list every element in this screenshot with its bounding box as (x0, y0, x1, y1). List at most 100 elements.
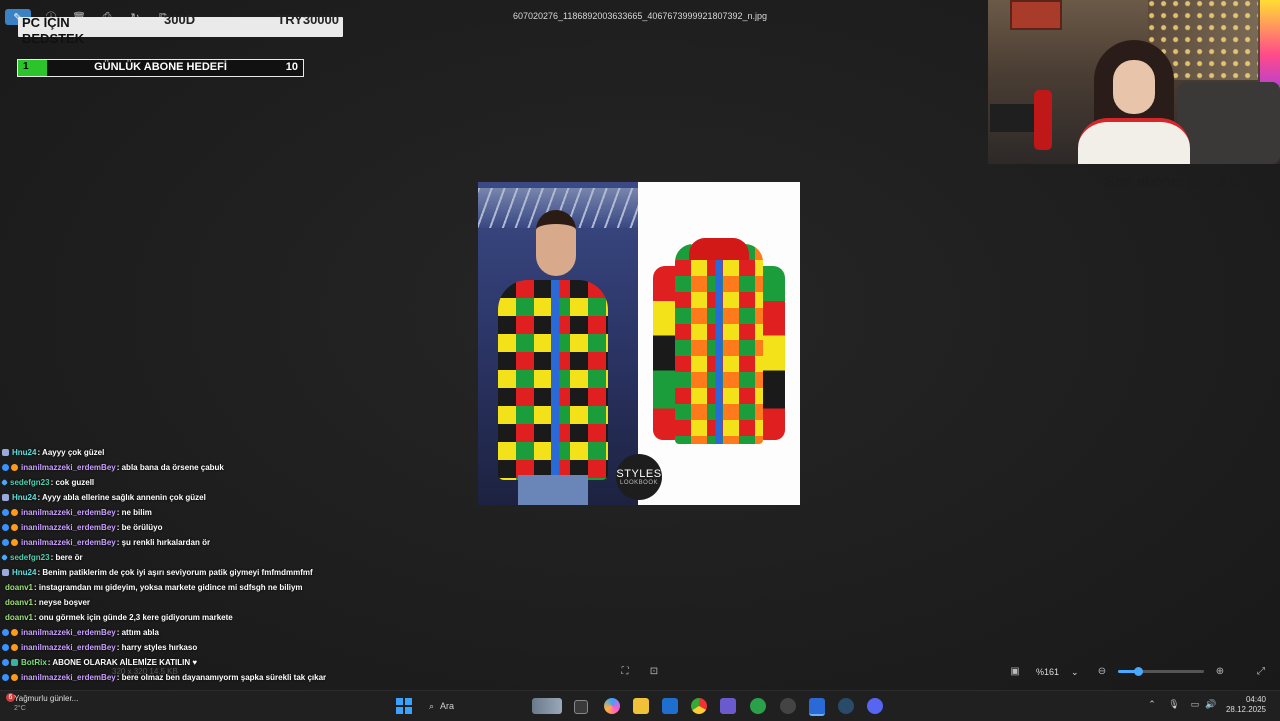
chrome-icon[interactable] (691, 698, 707, 714)
chat-username[interactable]: inanilmazzeki_erdemBey (21, 460, 116, 475)
actual-size-icon[interactable]: ⊡ (646, 664, 662, 678)
clock-time: 04:40 (1245, 695, 1266, 704)
copilot-icon[interactable] (604, 698, 620, 714)
weather-text: Yağmurlu günler... (14, 694, 79, 703)
image-viewer: 607020276_1186892003633665_4067673999921… (0, 0, 1280, 690)
chat-message: sedefgn23: bere ör (0, 550, 382, 565)
jeans (518, 475, 588, 505)
blue-badge-icon (2, 524, 9, 531)
discord-icon[interactable] (867, 698, 883, 714)
weather-widget[interactable]: Yağmurlu günler... 2°C (14, 694, 78, 714)
photos-icon[interactable] (809, 698, 825, 716)
fit-window-icon[interactable]: ▣ (1007, 664, 1023, 678)
chat-text: : onu görmek için günde 2,3 kere gidiyor… (34, 613, 233, 622)
donation-goal-current: 300D (164, 12, 196, 27)
logo-line2: LOOKBOOK (619, 480, 658, 486)
windows-start-icon[interactable] (396, 698, 412, 714)
gem-badge-icon (0, 553, 9, 562)
chat-badges (2, 449, 9, 456)
store-icon[interactable] (662, 698, 678, 714)
blue-badge-icon (2, 629, 9, 636)
chat-username[interactable]: inanilmazzeki_erdemBey (21, 670, 116, 685)
orange-badge-icon (11, 629, 18, 636)
chat-text: : abla bana da örsene çabuk (116, 463, 224, 472)
chat-message: inanilmazzeki_erdemBey: harry styles hır… (2, 640, 382, 655)
teal-badge-icon (11, 659, 18, 666)
volume-icon[interactable]: 🔊 (1205, 699, 1217, 711)
image-left-photo (478, 182, 638, 505)
chat-message: inanilmazzeki_erdemBey: şu renkli hırkal… (2, 535, 382, 550)
chat-username[interactable]: inanilmazzeki_erdemBey (21, 520, 116, 535)
orange-badge-icon (11, 539, 18, 546)
patchwork-cardigan-worn (498, 280, 608, 480)
chat-message: BotRix: ABONE OLARAK AİLEMİZE KATILIN ♥ (2, 655, 382, 670)
app-icon-dark[interactable] (780, 698, 796, 714)
streamer (1068, 40, 1198, 164)
chat-username[interactable]: Hnu24 (12, 445, 36, 460)
chat-message: doanv1: neyse boşver (2, 595, 382, 610)
fit-screen-icon[interactable]: ⛶ (617, 664, 633, 678)
cardigan-collar (689, 238, 749, 260)
app-icon-purple[interactable] (720, 698, 736, 714)
orange-badge-icon (11, 509, 18, 516)
app-icon-green[interactable] (750, 698, 766, 714)
file-info: 320 x 320 14.5 KB (112, 667, 178, 676)
chat-badges (2, 524, 18, 531)
chat-username[interactable]: BotRix (21, 655, 47, 670)
donation-goal-subtitle: BEDSTEK (22, 31, 85, 46)
webcam-feed (988, 0, 1280, 164)
chat-badges (2, 644, 18, 651)
taskbar-search[interactable]: ⌕ Ara (423, 696, 529, 716)
tray-chevron-icon[interactable]: ⌃ (1146, 699, 1158, 711)
chat-username[interactable]: inanilmazzeki_erdemBey (21, 505, 116, 520)
chat-message: inanilmazzeki_erdemBey: abla bana da örs… (2, 460, 382, 475)
zoom-out-icon[interactable]: ⊖ (1095, 664, 1109, 678)
chat-badges (2, 494, 9, 501)
chat-text: : harry styles hırkaso (116, 643, 198, 652)
styles-lookbook-logo: STYLES LOOKBOOK (616, 454, 662, 500)
orange-badge-icon (11, 644, 18, 651)
zoom-in-icon[interactable]: ⊕ (1213, 664, 1227, 678)
chat-message: doanv1: onu görmek için günde 2,3 kere g… (2, 610, 382, 625)
displayed-image: STYLES LOOKBOOK (478, 182, 800, 505)
chat-username[interactable]: Hnu24 (12, 565, 36, 580)
chat-message: Hnu24: Ayyy abla ellerine sağlık annenin… (2, 490, 382, 505)
zoom-dropdown[interactable]: %161 ⌄ (1030, 664, 1084, 680)
donation-goal: PC İÇİN 300D TRY30000 BEDSTEK (18, 12, 343, 46)
chat-username[interactable]: sedefgn23 (10, 550, 50, 565)
image-right-product (639, 182, 800, 505)
chat-username[interactable]: doanv1 (5, 610, 33, 625)
chat-username[interactable]: Hnu24 (12, 490, 36, 505)
microphone-icon[interactable]: 🎙 (1168, 699, 1180, 711)
chat-text: : be örülüyo (116, 523, 163, 532)
chat-badges (2, 674, 18, 681)
chat-badges (2, 539, 18, 546)
file-explorer-icon[interactable] (633, 698, 649, 714)
chat-username[interactable]: inanilmazzeki_erdemBey (21, 640, 116, 655)
blue-badge-icon (2, 644, 9, 651)
chat-text: : instagramdan mı gideyim, yoksa markete… (34, 583, 303, 592)
chat-badges (0, 553, 9, 562)
chat-text: : şu renkli hırkalardan ör (116, 538, 211, 547)
settings-icon[interactable] (838, 698, 854, 714)
blue-badge-icon (2, 464, 9, 471)
streamer-face (1113, 60, 1155, 114)
chat-username[interactable]: inanilmazzeki_erdemBey (21, 625, 116, 640)
zoom-slider-thumb[interactable] (1134, 667, 1143, 676)
chat-username[interactable]: doanv1 (5, 580, 33, 595)
fullscreen-icon[interactable]: ⤢ (1254, 664, 1268, 678)
search-label: Ara (440, 701, 455, 711)
zoom-slider[interactable] (1118, 667, 1204, 676)
chat-text: : Benim patiklerim de çok iyi aşırı sevi… (37, 568, 313, 577)
widget-app-icon[interactable] (532, 698, 562, 714)
task-view-icon[interactable] (574, 700, 588, 714)
clock[interactable]: 04:40 28.12.2025 (1226, 695, 1266, 715)
chat-username[interactable]: sedefgn23 (10, 475, 50, 490)
network-icon[interactable]: ▭ (1189, 699, 1201, 711)
donation-goal-title: PC İÇİN (22, 15, 70, 30)
blue-badge-icon (2, 659, 9, 666)
chat-username[interactable]: doanv1 (5, 595, 33, 610)
shelf (990, 104, 1034, 132)
chat-text: : neyse boşver (34, 598, 91, 607)
chat-username[interactable]: inanilmazzeki_erdemBey (21, 535, 116, 550)
